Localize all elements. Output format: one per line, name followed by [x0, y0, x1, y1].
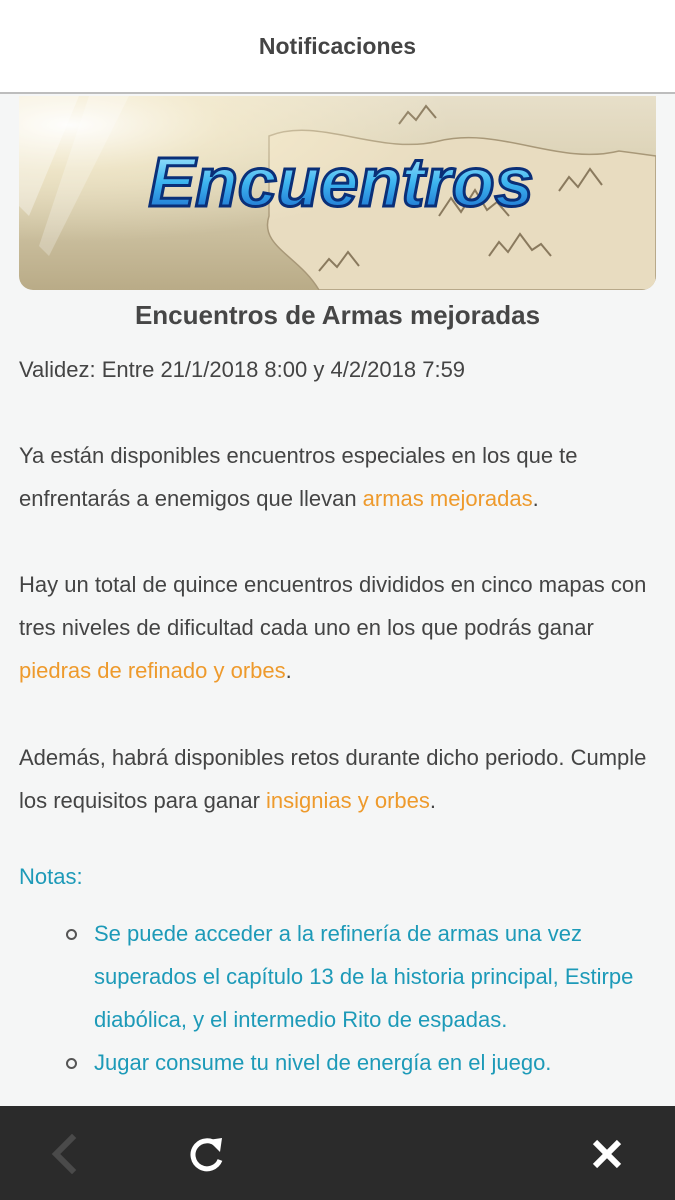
article-title: Encuentros de Armas mejoradas	[134, 300, 541, 330]
app-header: Notificaciones	[0, 0, 675, 94]
back-button[interactable]	[36, 1126, 92, 1182]
paragraph-3-end: .	[429, 788, 437, 813]
note-item: Se puede acceder a la refinería de armas…	[0, 912, 639, 1041]
refresh-button[interactable]	[178, 1126, 234, 1182]
paragraph-2-end: .	[285, 658, 292, 683]
validity-text: Validez: Entre 21/1/2018 8:00 y 4/2/2018…	[19, 357, 466, 382]
refresh-icon	[190, 1138, 223, 1172]
bullet-icon	[66, 1058, 77, 1069]
paragraph-2-text: Hay un total de quince encuentros dividi…	[19, 572, 647, 640]
event-banner-image: Encuentros	[19, 96, 656, 290]
bottom-navigation-bar	[0, 1106, 675, 1200]
note-text: Jugar consume tu nivel de energía en el …	[94, 1050, 552, 1075]
page-title: Notificaciones	[258, 32, 417, 59]
notes-list: Se puede acceder a la refinería de armas…	[0, 912, 675, 1084]
piedras-refinado-link[interactable]: piedras de refinado y orbes	[19, 658, 286, 683]
notes-label: Notas:	[19, 864, 83, 889]
paragraph-1: Ya están disponibles encuentros especial…	[19, 434, 649, 520]
insignias-orbes-link[interactable]: insignias y orbes	[266, 788, 430, 813]
paragraph-3: Además, habrá disponibles retos durante …	[19, 736, 649, 822]
banner-title: Encuentros	[148, 143, 533, 221]
armas-mejoradas-link[interactable]: armas mejoradas	[363, 486, 533, 511]
back-arrow-icon	[51, 1134, 77, 1174]
close-icon	[592, 1139, 622, 1169]
note-item: Jugar consume tu nivel de energía en el …	[0, 1041, 639, 1084]
close-button[interactable]	[579, 1126, 635, 1182]
bullet-icon	[66, 929, 77, 940]
paragraph-2: Hay un total de quince encuentros dividi…	[19, 563, 649, 692]
note-text: Se puede acceder a la refinería de armas…	[94, 921, 634, 1032]
notification-content[interactable]: Encuentros Encuentros de Armas mejoradas…	[0, 94, 675, 1106]
paragraph-1-end: .	[532, 486, 539, 511]
